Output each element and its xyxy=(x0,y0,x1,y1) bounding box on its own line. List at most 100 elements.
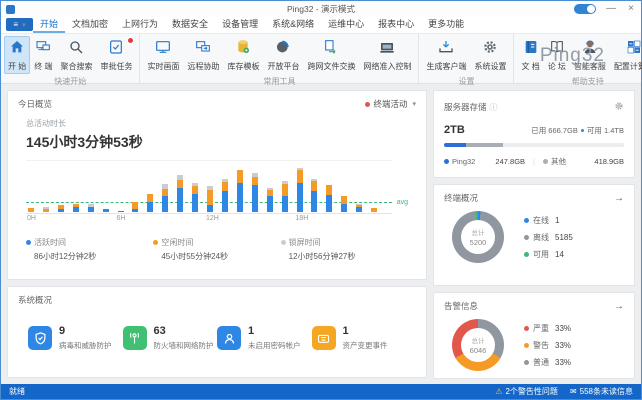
ribbon-button-exchange[interactable]: 跨网文件交换 xyxy=(303,36,359,74)
minimize-button[interactable]: — xyxy=(604,4,618,14)
warning-status-item[interactable]: ⚠2个警告性问题 xyxy=(495,386,558,397)
ribbon-button-gear[interactable]: 系统设置 xyxy=(470,36,510,74)
bar-segment-活跃时间 xyxy=(267,196,273,212)
alarm-total-label: 总计 xyxy=(472,335,485,345)
activity-bar-hour-0 xyxy=(28,208,34,212)
storage-settings-button[interactable] xyxy=(614,98,624,116)
metric-label: 总活动时长 xyxy=(26,118,416,129)
ribbon-button-nac[interactable]: 网络准入控制 xyxy=(359,36,415,74)
activity-filter-dropdown[interactable]: 终端活动 ▾ xyxy=(365,98,416,110)
menu-tab-1[interactable]: 文档加密 xyxy=(65,15,115,33)
menu-tab-8[interactable]: 更多功能 xyxy=(421,15,471,33)
legend-dot-icon xyxy=(524,252,529,257)
system-stat-2[interactable]: 1未启用密码帐户 xyxy=(217,325,312,351)
storage-legend-item-0: Ping32247.8GB xyxy=(444,157,525,166)
endpoint-overview-header: 终端概况 → xyxy=(444,192,624,204)
menu-tab-2[interactable]: 上网行为 xyxy=(115,15,165,33)
bar-segment-活跃时间 xyxy=(282,196,288,212)
ribbon-button-label: 配置计算器 xyxy=(614,61,642,72)
x-axis-tick: 12H xyxy=(206,215,219,222)
activity-bar-hour-16 xyxy=(267,188,273,212)
alarm-info-header: 告警信息 → xyxy=(444,300,624,312)
donut-legend-item-0: 在线1 xyxy=(524,215,624,226)
endpoint-overview-card: 终端概况 → 总计 5200 在线1离线5185可用14 xyxy=(433,184,635,286)
left-column: 今日概览 终端活动 ▾ 总活动时长 145小时3分钟53秒 avg 0H6H1 xyxy=(7,90,427,378)
ribbon-group-label: 帮助支持 xyxy=(517,74,642,89)
close-button[interactable]: × xyxy=(626,4,636,14)
window-title: Ping32 - 演示模式 xyxy=(1,3,641,15)
endpoint-overview-title: 终端概况 xyxy=(444,192,478,204)
menu-tab-7[interactable]: 报表中心 xyxy=(371,15,421,33)
tasks-icon xyxy=(108,39,124,60)
storage-summary-row: 2TB 已用 666.7GB 可用 1.4TB xyxy=(444,124,624,136)
activity-bar-hour-3 xyxy=(73,204,79,212)
system-stat-items: 9病毒和威胁防护63防火墙和网络防护1未启用密码帐户1资产变更事件 xyxy=(18,306,416,370)
ribbon-button-platform[interactable]: 开放平台 xyxy=(263,36,303,74)
bar-segment-空闲时间 xyxy=(237,170,243,183)
stat-label: 资产变更事件 xyxy=(343,340,388,351)
alarm-donut-center: 总计 6046 xyxy=(461,328,495,362)
bar-segment-空闲时间 xyxy=(311,181,317,191)
activity-bar-hour-2 xyxy=(58,205,64,212)
demo-mode-toggle[interactable] xyxy=(574,4,596,14)
messages-status-item[interactable]: ✉558条未读信息 xyxy=(570,386,633,397)
bar-segment-活跃时间 xyxy=(147,202,153,212)
bar-segment-活跃时间 xyxy=(341,204,347,212)
chart-legend-value: 86小时12分钟2秒 xyxy=(34,251,153,262)
ribbon-button-label: 系统设置 xyxy=(474,61,506,72)
bar-segment-活跃时间 xyxy=(326,195,332,212)
ribbon-button-home[interactable]: 开 始 xyxy=(4,36,30,74)
system-stat-3[interactable]: 1资产变更事件 xyxy=(312,325,407,351)
ribbon-button-label: 跨网文件交换 xyxy=(307,61,355,72)
bar-segment-活跃时间 xyxy=(58,209,64,212)
ribbon-button-screen[interactable]: 实时画面 xyxy=(143,36,183,74)
gear-icon xyxy=(614,101,624,111)
main-content: 今日概览 终端活动 ▾ 总活动时长 145小时3分钟53秒 avg 0H6H1 xyxy=(1,84,641,384)
bar-segment-空闲时间 xyxy=(43,209,49,212)
shield-icon xyxy=(28,326,52,350)
ribbon-button-database[interactable]: 库存模板 xyxy=(223,36,263,74)
server-storage-header: 服务器存储 ⓘ xyxy=(444,98,624,116)
ribbon-button-monitors[interactable]: 终 端 xyxy=(30,36,56,74)
bar-segment-活跃时间 xyxy=(356,207,362,212)
activity-chart-legend: 活跃时间86小时12分钟2秒空闲时间45小时55分钟24秒锁屏时间12小时56分… xyxy=(26,237,408,262)
alarm-info-card: 告警信息 → 总计 6046 严重33%警告33%普通33% xyxy=(433,292,635,379)
bar-segment-空闲时间 xyxy=(341,196,347,203)
ribbon-button-label: 远程协助 xyxy=(187,61,219,72)
legend-divider: | xyxy=(533,157,535,166)
donut-legend-item-0: 严重33% xyxy=(524,323,624,334)
bar-segment-活跃时间 xyxy=(118,211,124,212)
storage-segment-Ping32 xyxy=(444,143,466,147)
ribbon-button-search[interactable]: 聚合搜索 xyxy=(56,36,96,74)
stat-label: 未启用密码帐户 xyxy=(248,340,301,351)
endpoint-details-link[interactable]: → xyxy=(614,193,624,204)
file-menu-button[interactable]: ≡▾ xyxy=(6,18,33,31)
menu-tab-5[interactable]: 系统&网络 xyxy=(265,15,321,33)
donut-legend-label: 严重 xyxy=(533,323,549,334)
legend-dot-icon xyxy=(524,343,529,348)
alarm-details-link[interactable]: → xyxy=(614,301,624,312)
legend-dot-icon xyxy=(281,240,286,245)
activity-bar-hour-8 xyxy=(147,194,153,212)
menu-tab-6[interactable]: 运维中心 xyxy=(321,15,371,33)
activity-bar-hour-19 xyxy=(311,179,317,212)
alarm-donut-chart: 总计 6046 xyxy=(452,319,504,371)
legend-dot-icon xyxy=(524,360,529,365)
activity-bar-hour-12 xyxy=(207,186,213,212)
donut-legend-value: 1 xyxy=(555,216,559,225)
home-icon xyxy=(9,39,25,60)
ribbon-button-label: 终 端 xyxy=(34,61,52,72)
ribbon-button-client[interactable]: 生成客户端 xyxy=(422,36,470,74)
bar-segment-空闲时间 xyxy=(282,184,288,197)
menu-tab-3[interactable]: 数据安全 xyxy=(165,15,215,33)
menu-tab-0[interactable]: 开始 xyxy=(33,15,65,33)
menu-tab-4[interactable]: 设备管理 xyxy=(215,15,265,33)
donut-legend-label: 警告 xyxy=(533,340,549,351)
x-axis-tick: 6H xyxy=(117,215,126,222)
activity-bar-hour-13 xyxy=(222,179,228,212)
ribbon-button-tasks[interactable]: 审批任务 xyxy=(96,36,136,74)
system-stat-1[interactable]: 63防火墙和网络防护 xyxy=(123,325,218,351)
ribbon-button-remote[interactable]: 远程协助 xyxy=(183,36,223,74)
ribbon-button-calc[interactable]: 配置计算器 xyxy=(610,36,642,74)
system-stat-0[interactable]: 9病毒和威胁防护 xyxy=(28,325,123,351)
